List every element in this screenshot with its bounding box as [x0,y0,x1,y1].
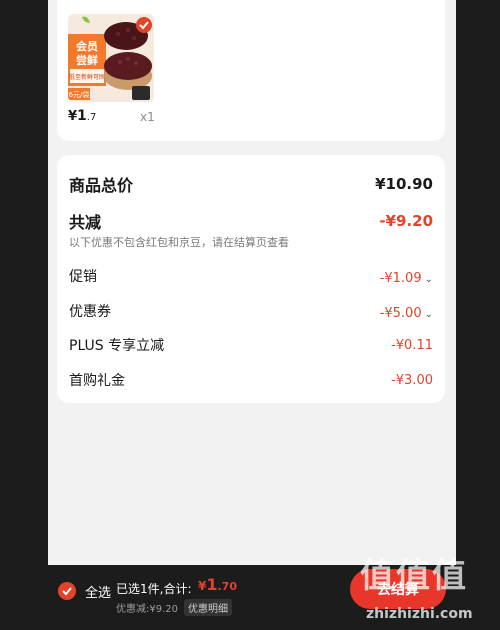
plus-discount-row: PLUS 专享立减 -¥0.11 [69,335,433,355]
promotion-label: 促销 [69,269,97,285]
promotion-row[interactable]: 促销 -¥1.09 ⌄ [69,266,433,286]
product-price: ¥1.7 [68,108,96,124]
reduction-value: -¥9.20 [379,212,433,230]
plus-discount-value: -¥0.11 [391,337,433,353]
first-purchase-label: 首购礼金 [69,373,125,389]
coupon-label: 优惠券 [69,304,111,320]
svg-text:尝鲜: 尝鲜 [76,53,98,67]
price-decimal: .7 [86,112,97,123]
checkout-button[interactable]: 去结算 [350,569,446,609]
select-all-label[interactable]: 全选 [85,582,111,601]
plus-discount-label: PLUS 专享立减 [69,338,165,354]
first-purchase-row: 首购礼金 -¥3.00 [69,370,433,390]
promotion-value: -¥1.09 [379,270,422,286]
selected-summary: 已选1件,合计: [116,582,192,596]
coupon-value: -¥5.00 [379,305,422,321]
total-decimal: .70 [217,580,238,593]
total-integer: 1 [206,575,218,594]
chevron-down-icon[interactable]: ⌄ [425,274,433,285]
chevron-down-icon[interactable]: ⌄ [425,309,433,320]
discount-note: 以下优惠不包含红包和京豆，请在结算页查看 [69,236,289,249]
svg-text:低至新鲜可囤: 低至新鲜可囤 [69,73,105,81]
discount-amount: 优惠减:¥9.20 [116,604,178,615]
discount-detail-link[interactable]: 优惠明细 [184,599,232,616]
total-amount: ¥1.70 [198,575,237,594]
first-purchase-value: -¥3.00 [391,372,433,388]
summary-total-row: 商品总价 ¥10.90 [69,172,433,196]
price-integer: 1 [77,108,87,124]
svg-text:会员: 会员 [76,39,98,53]
svg-text:6元/袋: 6元/袋 [69,90,90,99]
check-icon [62,587,72,596]
reduction-label: 共减 [69,213,102,232]
coupon-row[interactable]: 优惠券 -¥5.00 ⌄ [69,301,433,321]
product-quantity: x1 [140,110,155,124]
price-currency: ¥ [68,109,78,124]
total-label: 商品总价 [69,176,134,195]
total-value: ¥10.90 [375,175,433,193]
price-summary-card: 商品总价 ¥10.90 共减 -¥9.20 以下优惠不包含红包和京豆，请在结算页… [57,155,445,403]
summary-reduction-row: 共减 -¥9.20 [69,209,433,233]
product-image[interactable]: 会员 尝鲜 低至新鲜可囤 6元/袋 [68,14,154,102]
select-all-checkbox[interactable] [58,582,76,600]
